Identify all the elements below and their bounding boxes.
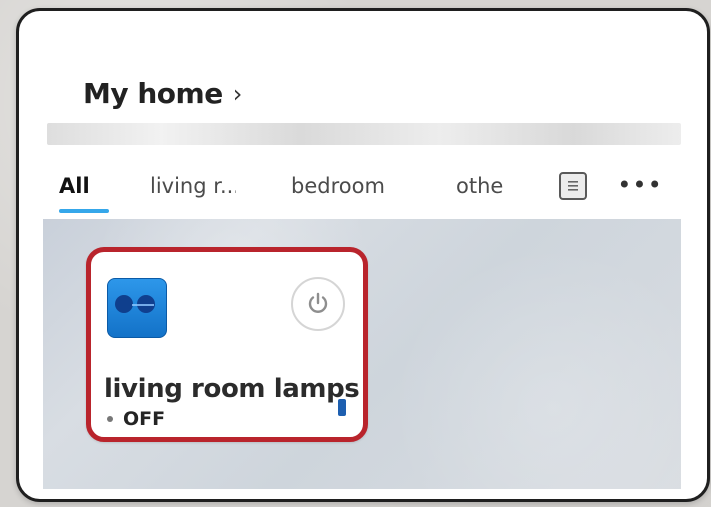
tab-label-bedroom: bedroom (291, 174, 385, 198)
tab-living-room[interactable]: living r... (150, 169, 236, 203)
battery-icon (338, 399, 346, 416)
tab-label-other: othe (456, 174, 504, 198)
list-icon[interactable] (559, 172, 587, 200)
status-dot (107, 416, 113, 422)
more-options-button[interactable]: ••• (617, 171, 663, 199)
more-icon: ••• (617, 171, 663, 199)
switch-icon (107, 278, 167, 338)
active-tab-indicator (59, 209, 109, 213)
device-card-living-room-lamps[interactable]: living room lamps OFF (86, 247, 368, 442)
tab-bedroom[interactable]: bedroom (291, 169, 403, 203)
page-header[interactable]: My home › (83, 77, 242, 110)
room-tabs: All living r... bedroom othe ••• (57, 169, 677, 213)
tab-all[interactable]: All (59, 169, 109, 203)
header-divider-band (47, 123, 681, 145)
chevron-right-icon: › (232, 80, 243, 108)
device-status-row: OFF (107, 408, 165, 430)
device-status: OFF (123, 408, 166, 430)
tab-label-living-room: living r... (150, 174, 236, 198)
app-window: My home › All living r... bedroom othe •… (16, 8, 710, 502)
device-name: living room lamps (104, 374, 360, 404)
devices-panel: living room lamps OFF (43, 219, 681, 489)
tab-other[interactable]: othe (456, 169, 512, 203)
power-button[interactable] (291, 277, 345, 331)
page-title: My home (83, 77, 223, 110)
power-icon (308, 292, 328, 313)
tab-label-all: All (59, 174, 90, 198)
